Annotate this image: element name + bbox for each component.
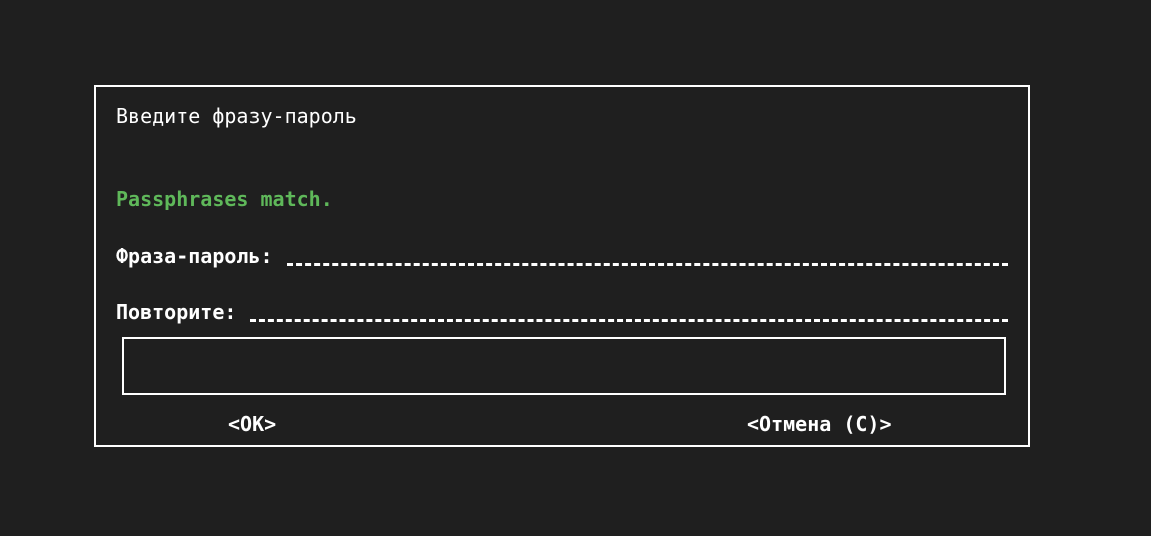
ok-button[interactable]: <OK> — [228, 411, 276, 437]
passphrase-label: Фраза-пароль: — [116, 244, 273, 268]
dialog-title: Введите фразу-пароль — [116, 104, 357, 128]
status-message: Passphrases match. — [116, 187, 333, 211]
passphrase-dialog: Введите фразу-пароль Passphrases match. … — [94, 85, 1030, 447]
passphrase-input[interactable] — [286, 244, 1008, 266]
repeat-label: Повторите: — [116, 300, 237, 324]
repeat-row: Повторите: — [116, 297, 1008, 325]
passphrase-row: Фраза-пароль: — [116, 241, 1008, 269]
cancel-button[interactable]: <Отмена (C)> — [747, 411, 892, 437]
message-box — [122, 337, 1006, 395]
repeat-input[interactable] — [250, 300, 1008, 322]
